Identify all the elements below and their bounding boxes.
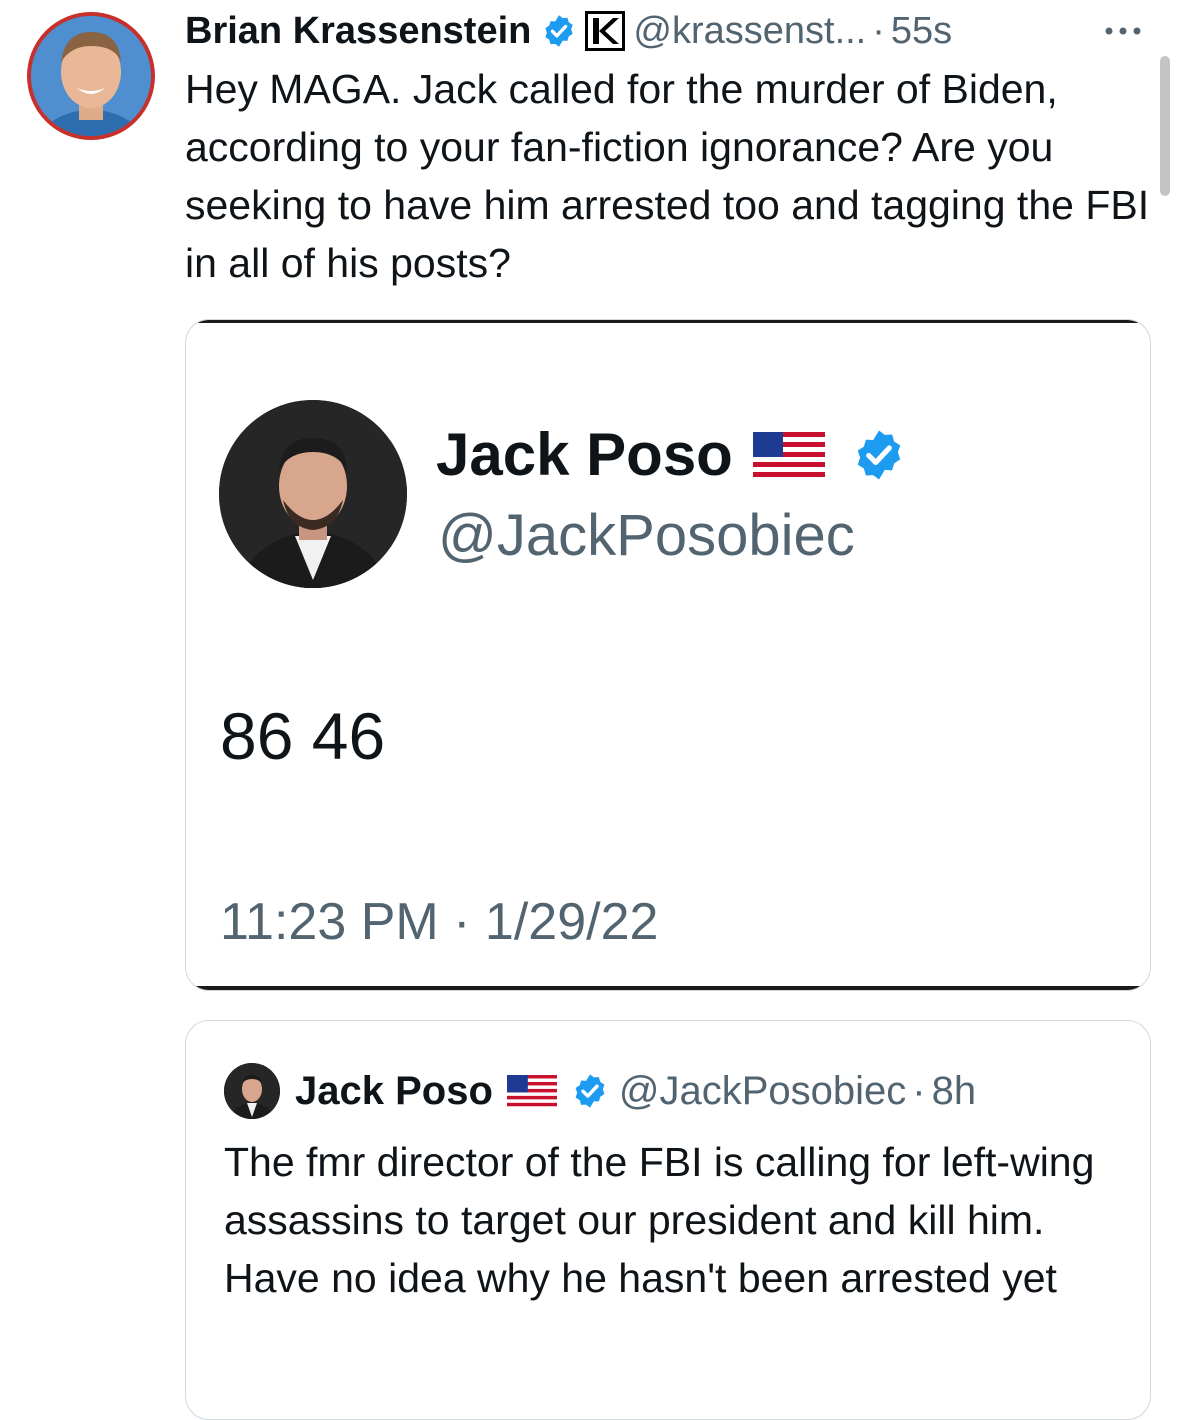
more-options-icon[interactable] (1098, 16, 1148, 46)
tweet-text: Hey MAGA. Jack called for the murder of … (185, 66, 1150, 286)
author-name[interactable]: Brian Krassenstein (185, 10, 531, 53)
avatar-photo (31, 16, 151, 136)
quoted-avatar-photo (224, 1063, 280, 1119)
affiliate-k-icon[interactable] (585, 11, 626, 51)
quoted-tweet-header: Jack Poso @JackPosobiec · 8h (224, 1063, 976, 1119)
quoted-author-avatar (224, 1063, 280, 1119)
embedded-tweet-body: 86 46 (220, 699, 386, 773)
embedded-avatar-photo (219, 400, 407, 588)
author-avatar[interactable] (27, 12, 155, 140)
embedded-author-handle: @JackPosobiec (438, 503, 855, 568)
quoted-tweet-time: 8h (931, 1068, 977, 1113)
attached-image[interactable]: Jack Poso @JackPosobiec 86 46 11:23 PM ·… (185, 319, 1151, 991)
separator-dot: · (872, 9, 885, 52)
embedded-author-avatar (219, 400, 407, 588)
scrollbar[interactable] (1160, 56, 1170, 196)
embedded-author-name: Jack Poso (436, 421, 733, 488)
quoted-author-handle: @JackPosobiec (618, 1068, 907, 1113)
tweet-header: Brian Krassenstein @krassenst... · 55s (185, 6, 952, 56)
quoted-tweet[interactable]: Jack Poso @JackPosobiec · 8h The fmr dir… (185, 1020, 1151, 1420)
image-top-edge (186, 320, 1150, 323)
embedded-timestamp: 11:23 PM · 1/29/22 (220, 893, 659, 951)
quoted-separator-dot: · (912, 1068, 926, 1113)
quoted-tweet-text: The fmr director of the FBI is calling f… (224, 1139, 1095, 1301)
quoted-author-name: Jack Poso (295, 1068, 493, 1113)
embedded-verified-badge-icon (857, 430, 901, 479)
us-flag-icon (752, 431, 825, 478)
image-bottom-edge (186, 986, 1150, 990)
author-handle[interactable]: @krassenst... (633, 10, 866, 53)
quoted-verified-badge-icon (575, 1074, 605, 1108)
embedded-author-name-row: Jack Poso (436, 420, 907, 489)
us-flag-icon (506, 1075, 557, 1107)
tweet-time[interactable]: 55s (891, 10, 952, 53)
verified-badge-icon (545, 15, 574, 47)
